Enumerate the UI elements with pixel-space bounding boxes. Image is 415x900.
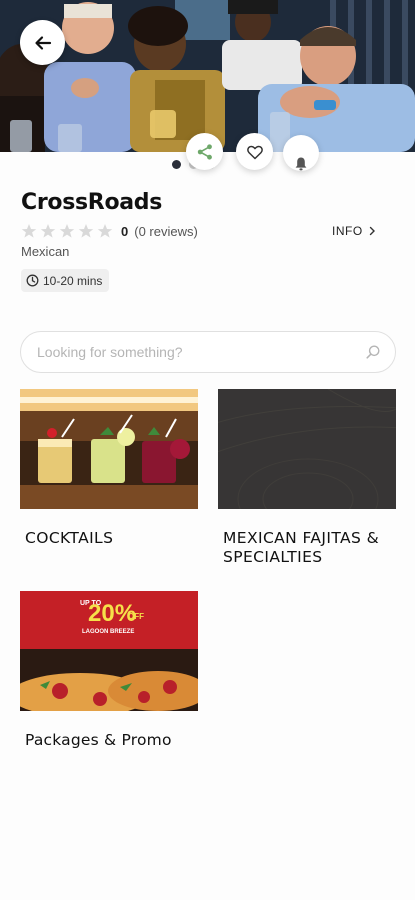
restaurant-photo — [0, 0, 415, 152]
rating-row: 0 (0 reviews) — [21, 222, 198, 240]
chevron-right-icon — [369, 226, 375, 236]
category-image — [218, 389, 396, 509]
share-button[interactable] — [186, 133, 223, 170]
promo-name: LAGOON BREEZE — [82, 629, 134, 635]
delivery-time: 10-20 mins — [43, 273, 103, 288]
restaurant-name: CrossRoads — [21, 190, 163, 215]
category-card-packages-promo[interactable]: UP TO 20% OFF LAGOON BREEZE Packages & P… — [20, 591, 198, 750]
category-label: MEXICAN FAJITAS & SPECIALTIES — [223, 529, 380, 566]
search-input[interactable] — [37, 344, 365, 360]
clock-icon — [26, 274, 39, 287]
star-icon — [40, 224, 56, 238]
star-icon — [21, 224, 37, 238]
heart-icon — [246, 145, 263, 159]
star-icon — [97, 224, 113, 238]
info-link[interactable]: INFO — [332, 224, 378, 238]
notify-button[interactable] — [283, 135, 319, 171]
star-rating — [21, 223, 113, 239]
category-label: COCKTAILS — [25, 529, 114, 547]
info-label: INFO — [332, 224, 363, 238]
star-icon — [78, 224, 94, 238]
back-button[interactable] — [20, 20, 65, 65]
rating-value: 0 — [121, 223, 129, 239]
review-count: (0 reviews) — [134, 223, 198, 239]
category-image — [20, 389, 198, 509]
star-icon — [59, 224, 75, 238]
delivery-time-badge: 10-20 mins — [21, 269, 110, 292]
pager-dot[interactable] — [172, 160, 181, 169]
favorite-button[interactable] — [236, 133, 273, 170]
promo-off: OFF — [128, 612, 144, 621]
search-bar[interactable] — [20, 331, 396, 373]
hero-photo — [0, 0, 415, 152]
bell-icon — [295, 157, 307, 171]
category-card-cocktails[interactable]: COCKTAILS — [20, 389, 198, 548]
category-label: Packages & Promo — [25, 731, 172, 749]
category-image: UP TO 20% OFF LAGOON BREEZE — [20, 591, 198, 711]
cuisine-label: Mexican — [21, 244, 70, 259]
search-icon[interactable] — [365, 344, 381, 360]
share-icon — [197, 143, 212, 160]
arrow-left-icon — [34, 35, 51, 50]
category-card-fajitas[interactable]: MEXICAN FAJITAS & SPECIALTIES — [218, 389, 415, 567]
